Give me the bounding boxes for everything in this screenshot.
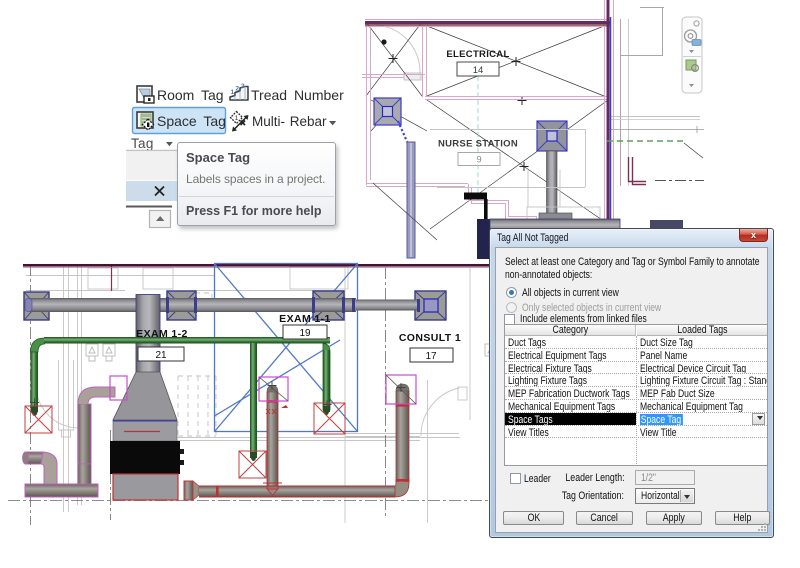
svg-text:ELECTRICAL: ELECTRICAL <box>446 49 509 60</box>
svg-text:1: 1 <box>235 115 239 122</box>
svg-text:Space Tag: Space Tag <box>157 113 226 129</box>
svg-text:2: 2 <box>236 86 240 93</box>
svg-text:21: 21 <box>155 350 167 361</box>
svg-text:9: 9 <box>476 155 481 166</box>
svg-text:Room Tag: Room Tag <box>157 87 224 103</box>
svg-text:3: 3 <box>241 83 245 90</box>
svg-text:14: 14 <box>473 65 484 76</box>
svg-text:EXAM 1-1: EXAM 1-1 <box>279 313 331 325</box>
svg-text:Tread Number: Tread Number <box>251 87 344 103</box>
svg-text:NURSE STATION: NURSE STATION <box>438 139 518 150</box>
svg-text:19: 19 <box>299 328 311 339</box>
svg-text:Multi- Rebar: Multi- Rebar <box>252 114 327 129</box>
svg-text:EXAM 1-2: EXAM 1-2 <box>136 328 188 340</box>
svg-text:CONSULT 1: CONSULT 1 <box>399 332 461 344</box>
svg-text:1: 1 <box>231 89 235 96</box>
svg-text:17: 17 <box>425 351 437 362</box>
